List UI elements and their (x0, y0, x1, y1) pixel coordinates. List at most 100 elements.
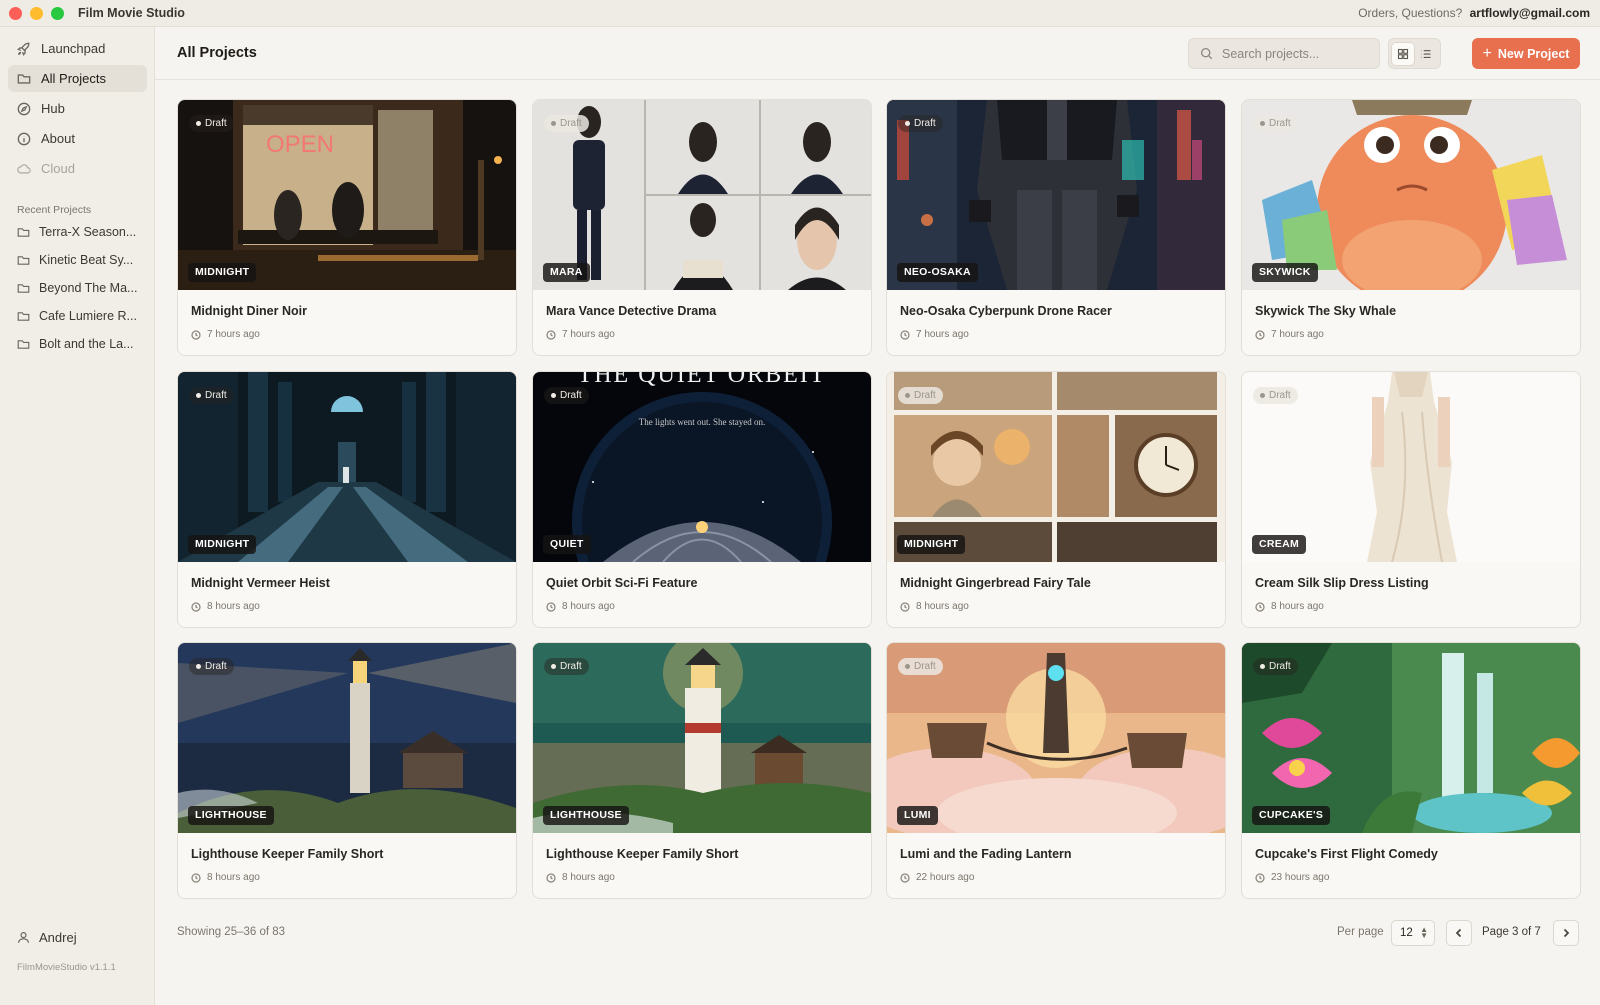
project-timestamp: 7 hours ago (1255, 329, 1324, 340)
clock-icon (191, 601, 201, 612)
support-text: Orders, Questions? (1358, 6, 1463, 20)
minimize-window-button[interactable] (30, 6, 43, 20)
project-timestamp: 8 hours ago (191, 601, 260, 612)
timestamp-text: 7 hours ago (916, 329, 969, 340)
project-title: Midnight Diner Noir (191, 304, 307, 318)
project-tag: NEO-OSAKA (897, 263, 978, 282)
support-email-link[interactable]: artflowly@gmail.com (1470, 6, 1590, 20)
timestamp-text: 8 hours ago (207, 601, 260, 612)
project-card[interactable]: Draft LIGHTHOUSE Lighthouse Keeper Famil… (177, 642, 517, 899)
recent-project-label: Beyond The Ma... (39, 281, 138, 295)
per-page-value: 12 (1400, 927, 1413, 939)
project-card[interactable]: Draft CREAM Cream Silk Slip Dress Listin… (1241, 371, 1581, 628)
project-card[interactable]: Draft CUPCAKE'S Cupcake's First Flight C… (1241, 642, 1581, 899)
project-card[interactable]: Draft LUMI Lumi and the Fading Lantern 2… (886, 642, 1226, 899)
list-icon (1421, 49, 1431, 58)
sidebar-item-launchpad[interactable]: Launchpad (8, 35, 147, 62)
draft-badge: Draft (189, 658, 234, 675)
project-card[interactable]: Draft MIDNIGHT Midnight Gingerbread Fair… (886, 371, 1226, 628)
search-box[interactable] (1188, 38, 1380, 69)
timestamp-text: 7 hours ago (562, 329, 615, 340)
grid-view-button[interactable] (1392, 42, 1415, 65)
info-icon (17, 132, 31, 145)
timestamp-text: 8 hours ago (562, 601, 615, 612)
project-title: Quiet Orbit Sci-Fi Feature (546, 576, 698, 590)
recent-project-item[interactable]: Beyond The Ma... (8, 275, 147, 301)
project-card[interactable]: Draft MARA Mara Vance Detective Drama 7 … (532, 99, 872, 356)
recent-projects-heading: Recent Projects (17, 204, 92, 216)
project-tag: MIDNIGHT (897, 535, 966, 554)
list-view-button[interactable] (1415, 43, 1437, 65)
timestamp-text: 8 hours ago (916, 601, 969, 612)
folder-icon (17, 311, 30, 321)
project-card[interactable]: Draft NEO-OSAKA Neo-Osaka Cyberpunk Dron… (886, 99, 1226, 356)
clock-icon (546, 329, 556, 340)
project-card[interactable]: Draft SKYWICK Skywick The Sky Whale 7 ho… (1241, 99, 1581, 356)
project-title: Lighthouse Keeper Family Short (546, 847, 739, 861)
user-name: Andrej (39, 930, 77, 945)
main-header: All Projects + New Project (155, 27, 1600, 80)
project-card[interactable]: OPEN Draft MIDNIGHT Midnight Diner Noir … (177, 99, 517, 356)
timestamp-text: 8 hours ago (207, 872, 260, 883)
project-tag: QUIET (543, 535, 591, 554)
timestamp-text: 23 hours ago (1271, 872, 1330, 883)
timestamp-text: 7 hours ago (207, 329, 260, 340)
recent-project-label: Terra-X Season... (39, 225, 137, 239)
page-title: All Projects (177, 45, 257, 61)
draft-badge: Draft (1253, 115, 1298, 132)
per-page-select[interactable]: 12 ▲ ▼ (1391, 920, 1435, 946)
close-window-button[interactable] (9, 6, 22, 20)
search-icon (1200, 47, 1213, 60)
project-card[interactable]: Draft MIDNIGHT Midnight Vermeer Heist 8 … (177, 371, 517, 628)
sidebar-item-about[interactable]: About (8, 125, 147, 152)
rocket-icon (17, 42, 30, 56)
recent-project-item[interactable]: Bolt and the La... (8, 331, 147, 357)
clock-icon (191, 329, 201, 340)
clock-icon (546, 601, 556, 612)
page-indicator: Page 3 of 7 (1482, 926, 1541, 938)
chevron-left-icon (1455, 928, 1462, 938)
sidebar: Launchpad All Projects Hub About Cloud R… (0, 27, 155, 1005)
project-timestamp: 22 hours ago (900, 872, 974, 883)
project-thumbnail: Draft LIGHTHOUSE (178, 643, 516, 833)
title-bar: Film Movie Studio Orders, Questions? art… (0, 0, 1600, 27)
maximize-window-button[interactable] (51, 6, 64, 20)
recent-project-label: Kinetic Beat Sy... (39, 253, 134, 267)
project-timestamp: 8 hours ago (546, 872, 615, 883)
sidebar-item-label: Cloud (41, 161, 75, 176)
project-title: Midnight Gingerbread Fairy Tale (900, 576, 1091, 590)
sidebar-item-label: About (41, 131, 75, 146)
sidebar-item-hub[interactable]: Hub (8, 95, 147, 122)
search-input[interactable] (1222, 46, 1372, 61)
clock-icon (546, 872, 556, 883)
draft-badge: Draft (898, 115, 943, 132)
sidebar-item-cloud[interactable]: Cloud (8, 155, 147, 182)
recent-project-item[interactable]: Kinetic Beat Sy... (8, 247, 147, 273)
recent-project-item[interactable]: Terra-X Season... (8, 219, 147, 245)
project-title: Skywick The Sky Whale (1255, 304, 1397, 318)
sidebar-item-label: Hub (41, 101, 65, 116)
new-project-button[interactable]: + New Project (1472, 38, 1580, 69)
recent-project-item[interactable]: Cafe Lumiere R... (8, 303, 147, 329)
project-thumbnail: Draft MARA (533, 100, 871, 290)
project-thumbnail: OPEN Draft MIDNIGHT (178, 100, 516, 290)
clock-icon (1255, 329, 1265, 340)
sidebar-item-all-projects[interactable]: All Projects (8, 65, 147, 92)
new-project-label: New Project (1497, 46, 1570, 61)
user-account[interactable]: Andrej (17, 930, 77, 945)
timestamp-text: 22 hours ago (916, 872, 975, 883)
draft-badge: Draft (1253, 658, 1298, 675)
clock-icon (900, 329, 910, 340)
project-timestamp: 23 hours ago (1255, 872, 1329, 883)
project-thumbnail: Draft CUPCAKE'S (1242, 643, 1580, 833)
project-title: Cupcake's First Flight Comedy (1255, 847, 1438, 861)
next-page-button[interactable] (1553, 920, 1579, 946)
project-card[interactable]: THE QUIET ORBEIT The lights went out. Sh… (532, 371, 872, 628)
project-card[interactable]: Draft LIGHTHOUSE Lighthouse Keeper Famil… (532, 642, 872, 899)
chevron-right-icon (1563, 928, 1570, 938)
app-version: FilmMovieStudio v1.1.1 (17, 962, 116, 973)
clock-icon (1255, 872, 1265, 883)
previous-page-button[interactable] (1446, 920, 1472, 946)
project-tag: MIDNIGHT (188, 535, 257, 554)
project-timestamp: 8 hours ago (546, 601, 615, 612)
